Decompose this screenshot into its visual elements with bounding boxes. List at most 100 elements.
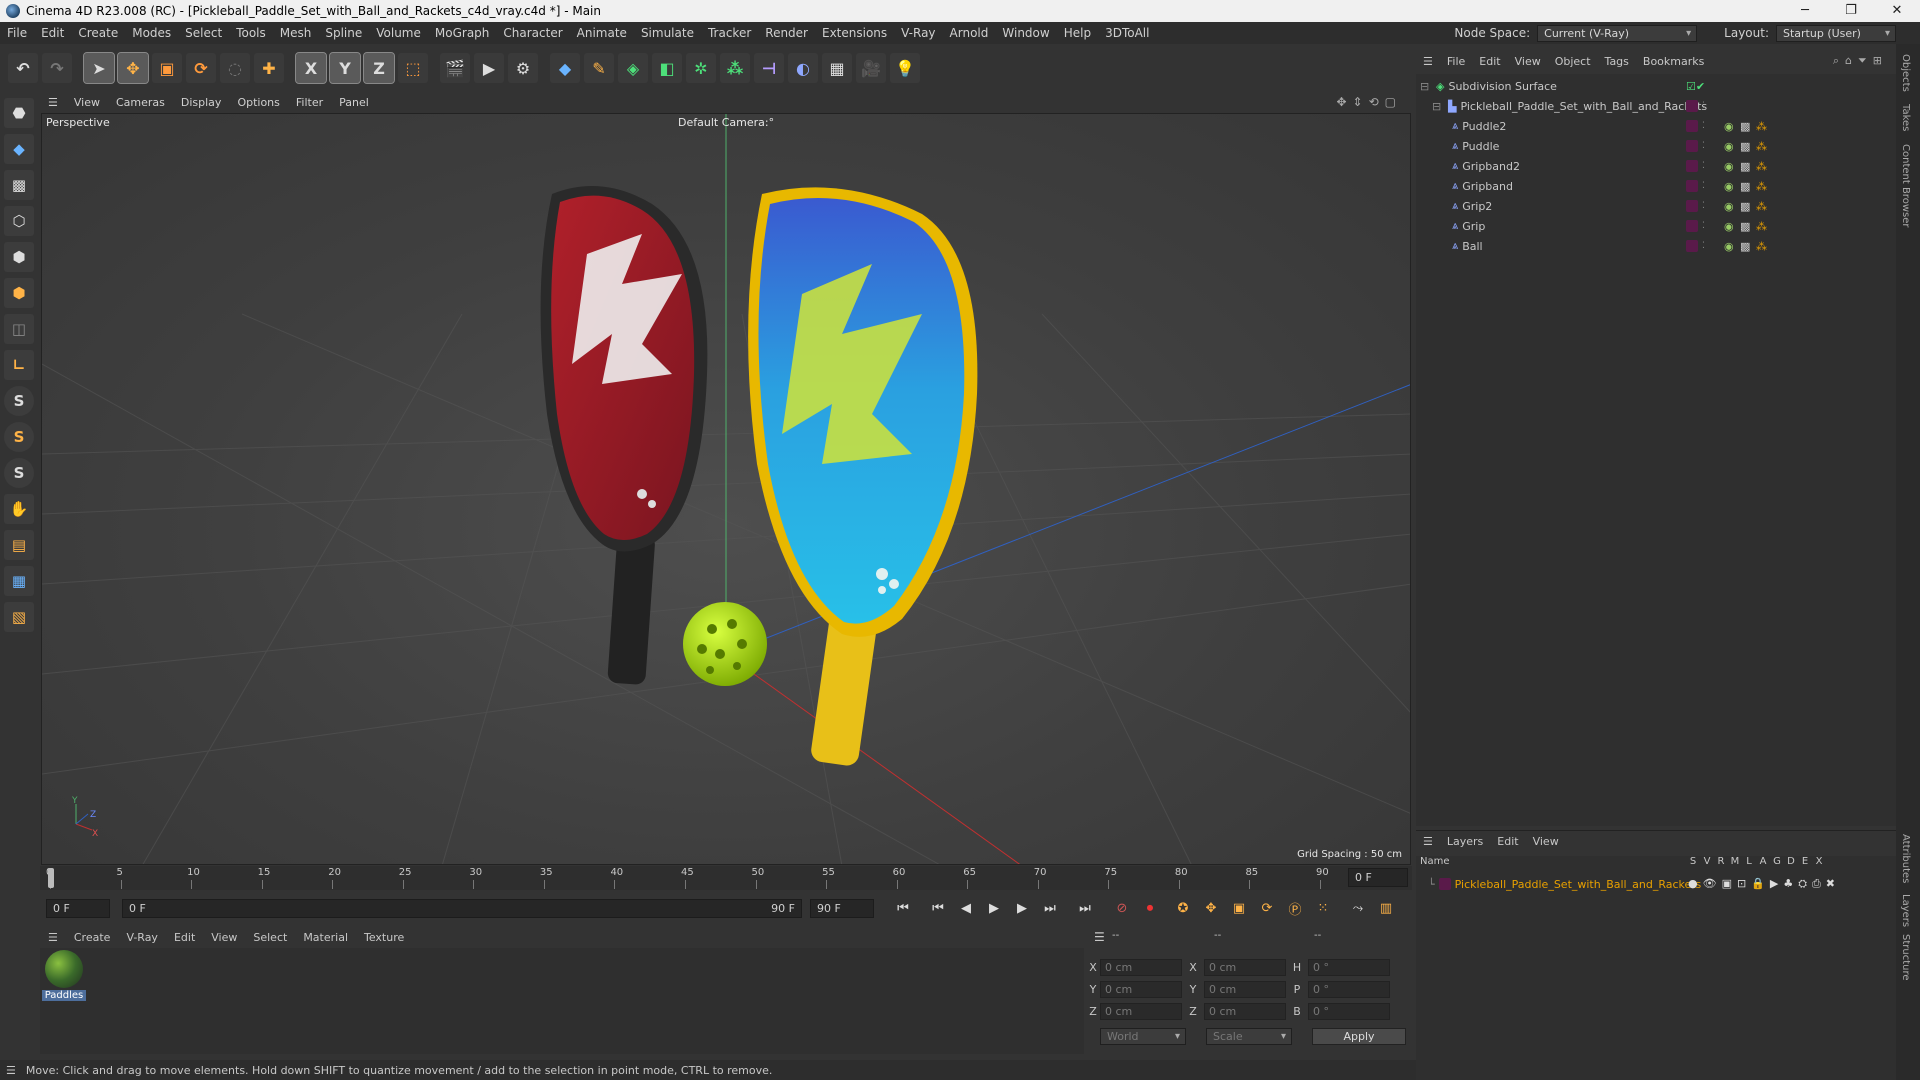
playhead[interactable] <box>48 868 54 888</box>
viewport-menu-view[interactable]: View <box>66 96 108 109</box>
deformer-icon[interactable]: ⊣ <box>754 53 784 83</box>
floor-icon[interactable]: ▦ <box>822 53 852 83</box>
object-manager-search-icons[interactable]: ⌕⌂⏷⊞ <box>1833 54 1888 68</box>
red-paddle-model[interactable] <box>540 186 708 685</box>
motion-system-icon[interactable]: ⤳ <box>1347 897 1369 919</box>
material-tag-icon[interactable]: ⁂ <box>1756 180 1767 193</box>
model-mode-icon[interactable]: ◆ <box>4 134 34 164</box>
layer-color-swatch[interactable] <box>1438 878 1451 890</box>
tab-takes[interactable]: Takes <box>1900 104 1911 131</box>
tab-attributes[interactable]: Attributes <box>1900 834 1911 883</box>
object-menu-view[interactable]: View <box>1508 55 1548 68</box>
layer-row[interactable]: └ Pickleball_Paddle_Set_with_Ball_and_Ra… <box>1416 874 1896 894</box>
extrude-icon[interactable]: ◧ <box>652 53 682 83</box>
y-axis-lock-button[interactable]: Y <box>329 52 361 84</box>
size-mode-dropdown[interactable]: Scale <box>1206 1028 1292 1045</box>
material-menu-texture[interactable]: Texture <box>356 931 412 944</box>
object-row[interactable]: ⩓ Puddle2 ⁚ ◉ ▩ ⁂ <box>1416 116 1896 136</box>
material-menu-edit[interactable]: Edit <box>166 931 203 944</box>
rot-h-field[interactable]: 0 ° <box>1308 959 1390 976</box>
layer-color-tag[interactable] <box>1686 140 1698 152</box>
timeline-icon[interactable]: ▥ <box>1375 897 1397 919</box>
vray-tag-icon[interactable]: ◉ <box>1724 140 1734 153</box>
frame-range-slider[interactable]: 0 F 90 F <box>122 898 802 918</box>
rot-p-field[interactable]: 0 ° <box>1308 981 1390 998</box>
layer-col-g[interactable]: G <box>1770 856 1784 867</box>
camera-label[interactable]: Default Camera:° <box>678 116 774 129</box>
grid-icon[interactable]: ▦ <box>4 566 34 596</box>
texture-mode-icon[interactable]: ▩ <box>4 170 34 200</box>
tab-objects[interactable]: Objects <box>1900 54 1911 92</box>
layer-color-tag[interactable] <box>1686 220 1698 232</box>
snap-icon[interactable]: S <box>4 386 34 416</box>
layer-col-d[interactable]: D <box>1784 856 1798 867</box>
material-tag-icon[interactable]: ⁂ <box>1756 200 1767 213</box>
menu-character[interactable]: Character <box>496 26 569 40</box>
viewport-menu-display[interactable]: Display <box>173 96 230 109</box>
visibility-dots-icon[interactable]: ⁚ <box>1702 101 1705 111</box>
size-x-field[interactable]: 0 cm <box>1204 959 1286 976</box>
workplane-icon[interactable]: ▤ <box>4 530 34 560</box>
tab-content-browser[interactable]: Content Browser <box>1900 144 1911 227</box>
menu-mograph[interactable]: MoGraph <box>428 26 497 40</box>
menu-create[interactable]: Create <box>71 26 125 40</box>
snap-settings-icon[interactable]: S <box>4 422 34 452</box>
menu-select[interactable]: Select <box>178 26 229 40</box>
texture-tag-icon[interactable]: ▩ <box>1740 120 1750 133</box>
visibility-dots-icon[interactable]: ⁚ <box>1702 181 1705 191</box>
rotate-tool-icon[interactable]: ⟳ <box>186 53 216 83</box>
uv-mode-icon[interactable]: ◫ <box>4 314 34 344</box>
play-icon[interactable]: ▶ <box>983 897 1005 919</box>
menu-window[interactable]: Window <box>995 26 1056 40</box>
vray-tag-icon[interactable]: ◉ <box>1724 180 1734 193</box>
object-row[interactable]: ⩓ Gripband2 ⁚ ◉ ▩ ⁂ <box>1416 156 1896 176</box>
layer-col-a[interactable]: A <box>1756 856 1770 867</box>
viewport-menu-cameras[interactable]: Cameras <box>108 96 173 109</box>
material-tag-icon[interactable]: ⁂ <box>1756 220 1767 233</box>
start-frame-field[interactable]: 0 F <box>46 898 110 918</box>
goto-end-icon[interactable]: ⏭ <box>1039 897 1061 919</box>
node-space-dropdown[interactable]: Current (V-Ray) <box>1537 24 1698 42</box>
layer-toggle-icons[interactable]: ●👁▣⊡🔒▶♣⛭⎙✖ <box>1688 877 1840 891</box>
layer-menu-edit[interactable]: Edit <box>1490 835 1525 848</box>
edges-mode-icon[interactable]: ⬢ <box>4 242 34 272</box>
minimize-button[interactable]: ─ <box>1782 0 1828 22</box>
vray-tag-icon[interactable]: ◉ <box>1724 240 1734 253</box>
pickleball-model[interactable] <box>683 602 767 686</box>
pos-z-field[interactable]: 0 cm <box>1100 1003 1182 1020</box>
3d-viewport[interactable]: Perspective Default Camera:° Grid Spacin… <box>41 113 1411 865</box>
menu-mesh[interactable]: Mesh <box>273 26 319 40</box>
menu-tracker[interactable]: Tracker <box>701 26 758 40</box>
texture-tag-icon[interactable]: ▩ <box>1740 240 1750 253</box>
goto-end-frame-icon[interactable]: ⏭ <box>1074 897 1096 919</box>
texture-tag-icon[interactable]: ▩ <box>1740 160 1750 173</box>
material-menu-create[interactable]: Create <box>66 931 119 944</box>
next-frame-icon[interactable]: ▶ <box>1011 897 1033 919</box>
object-row[interactable]: ⩓ Ball ⁚ ◉ ▩ ⁂ <box>1416 236 1896 256</box>
render-settings-icon[interactable]: ⚙ <box>508 53 538 83</box>
coordinate-system-dropdown[interactable]: World <box>1100 1028 1186 1045</box>
object-menu-edit[interactable]: Edit <box>1472 55 1507 68</box>
status-hamburger-icon[interactable]: ☰ <box>6 1064 16 1077</box>
layer-col-r[interactable]: R <box>1714 856 1728 867</box>
layer-col-m[interactable]: M <box>1728 856 1742 867</box>
menu-spline[interactable]: Spline <box>318 26 369 40</box>
material-menu-material[interactable]: Material <box>295 931 356 944</box>
pos-y-field[interactable]: 0 cm <box>1100 981 1182 998</box>
current-frame-field[interactable]: 0 F <box>1348 868 1408 887</box>
layer-col-l[interactable]: L <box>1742 856 1756 867</box>
visibility-dots-icon[interactable]: ⁚ <box>1702 241 1705 251</box>
menu-animate[interactable]: Animate <box>570 26 634 40</box>
texture-tag-icon[interactable]: ▩ <box>1740 220 1750 233</box>
visibility-dots-icon[interactable]: ⁚ <box>1702 201 1705 211</box>
objects-hamburger-icon[interactable]: ☰ <box>1416 55 1440 68</box>
menu-render[interactable]: Render <box>758 26 815 40</box>
layer-color-tag[interactable] <box>1686 240 1698 252</box>
key-position-icon[interactable]: ✥ <box>1200 897 1222 919</box>
size-y-field[interactable]: 0 cm <box>1204 981 1286 998</box>
make-editable-icon[interactable]: ⬣ <box>4 98 34 128</box>
key-rotation-icon[interactable]: ⟳ <box>1256 897 1278 919</box>
object-row-subdivision[interactable]: ⊟ ◈ Subdivision Surface ☑✔ <box>1416 76 1896 96</box>
goto-start-icon[interactable]: ⏮ <box>892 897 914 919</box>
subdivision-icon[interactable]: ◈ <box>618 53 648 83</box>
